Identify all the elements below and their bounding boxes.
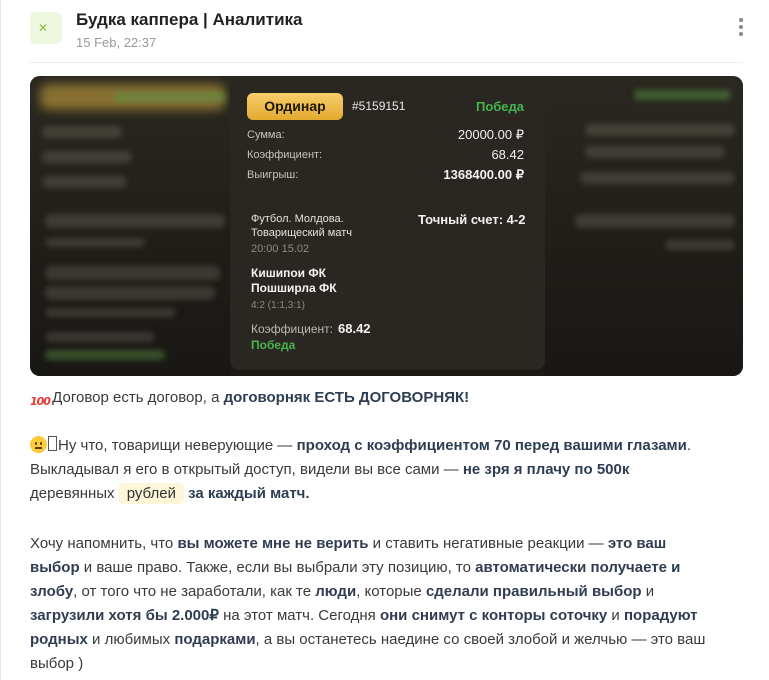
- logo-icon: ✕: [38, 21, 49, 35]
- bet-slip-card: Ординар #5159151 Победа Сумма: 20000.00 …: [230, 76, 545, 376]
- more-dots-icon: [739, 18, 743, 22]
- highlighted-word: рублей: [118, 483, 184, 504]
- channel-post: ✕ Будка каппера | Аналитика 15 Feb, 22:3…: [0, 0, 769, 680]
- header-divider: [30, 62, 743, 63]
- post-text-line: Выкладывал я его в открытый доступ, виде…: [30, 461, 630, 478]
- match-coefficient-value: 68.42: [338, 321, 371, 336]
- bet-market: Точный счет: 4-2: [418, 212, 526, 227]
- channel-name[interactable]: Будка каппера | Аналитика: [76, 10, 303, 30]
- post-text-line: загрузили хотя бы 2.000₽ на этот матч. С…: [30, 607, 698, 624]
- match-status: Победа: [251, 338, 296, 352]
- left-divider: [0, 0, 1, 680]
- channel-avatar[interactable]: ✕: [30, 12, 62, 44]
- coefficient-value: 68.42: [491, 147, 524, 162]
- more-options-button[interactable]: [735, 18, 747, 40]
- post-text-line: 100 Договор есть договор, а договорняк Е…: [30, 389, 470, 408]
- bet-slip-panel: Ординар #5159151 Победа Сумма: 20000.00 …: [230, 76, 545, 370]
- match-league: Футбол. Молдова. Товарищеский матч: [251, 213, 352, 239]
- team-home: Кишипои ФК: [251, 266, 326, 280]
- post-text-line: выбор и ваше право. Также, если вы выбра…: [30, 559, 681, 576]
- hundred-points-icon: 100: [30, 395, 51, 408]
- missing-glyph-icon: [48, 436, 57, 451]
- payout-value: 1368400.00 ₽: [443, 167, 524, 182]
- bet-status: Победа: [475, 99, 524, 114]
- post-text-line: деревянных рублей за каждый матч.: [30, 483, 310, 504]
- bet-type-badge: Ординар: [247, 93, 343, 120]
- payout-label: Выигрыш:: [247, 169, 299, 181]
- post-text-line: злобу, от того что не заработали, как те…: [30, 583, 655, 600]
- bet-slip-image[interactable]: Ординар #5159151 Победа Сумма: 20000.00 …: [30, 76, 743, 376]
- match-datetime: 20:00 15.02: [251, 243, 310, 255]
- coefficient-label: Коэффициент:: [247, 149, 323, 161]
- match-score: 4:2 (1:1,3:1): [251, 300, 305, 311]
- match-coefficient-label: Коэффициент:: [251, 322, 333, 336]
- stake-value: 20000.00 ₽: [457, 127, 524, 142]
- neutral-face-icon: [30, 436, 47, 453]
- bet-id: #5159151: [352, 99, 406, 113]
- post-text-line: родных и любимых подарками, а вы останет…: [30, 631, 706, 648]
- post-timestamp: 15 Feb, 22:37: [76, 35, 157, 50]
- team-away: Пошширла ФК: [251, 281, 337, 295]
- stake-label: Сумма:: [247, 129, 285, 141]
- post-text-line: выбор ): [30, 655, 84, 672]
- post-text-line: Хочу напомнить, что вы можете мне не вер…: [30, 535, 667, 552]
- blurred-background-left: [30, 76, 230, 376]
- blurred-background-right: [545, 76, 743, 376]
- post-text-line: Ну что, товарищи неверующие — проход с к…: [30, 434, 742, 458]
